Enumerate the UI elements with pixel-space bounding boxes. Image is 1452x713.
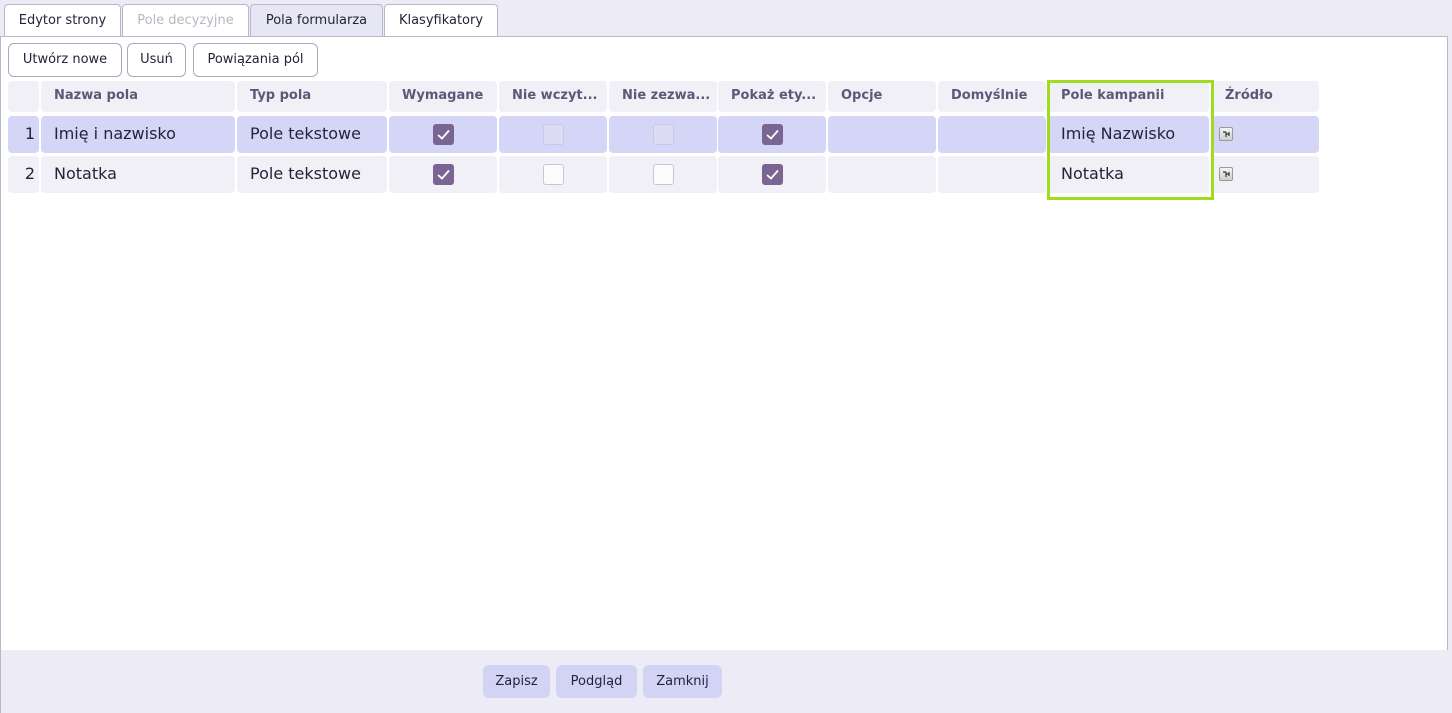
column-header-no-allow[interactable]: Nie zezwa... [609,81,717,112]
required-checkbox[interactable] [433,124,454,145]
table-cell-no-allow [609,116,717,153]
campaign-field-highlight [1047,80,1214,200]
table-cell-show-label [718,116,826,153]
column-header-options[interactable]: Opcje [828,81,936,112]
table-cell-default[interactable] [938,156,1046,193]
field-bindings-button[interactable]: Powiązania pól [193,43,318,77]
row-number: 2 [8,156,39,193]
tab-bar: Edytor strony Pole decyzyjne Pola formul… [0,0,1452,37]
delete-button[interactable]: Usuń [127,43,186,77]
table-cell-field-type[interactable]: Pole tekstowe [237,116,387,153]
no-allow-checkbox[interactable] [653,124,674,145]
column-header-required[interactable]: Wymagane [389,81,497,112]
column-header-no-load[interactable]: Nie wczyt... [499,81,607,112]
create-new-button[interactable]: Utwórz nowe [8,43,122,77]
tab-classifiers[interactable]: Klasyfikatory [384,4,498,37]
source-picker-icon[interactable] [1219,127,1233,141]
table-cell-field-name[interactable]: Notatka [41,156,235,193]
window-edge [1448,36,1452,713]
table-cell-required [389,116,497,153]
tab-form-fields[interactable]: Pola formularza [250,4,383,37]
table-cell-options[interactable] [828,156,936,193]
no-load-checkbox[interactable] [543,124,564,145]
column-header-field-name[interactable]: Nazwa pola [41,81,235,112]
table-cell-source [1212,116,1319,153]
no-load-checkbox[interactable] [543,164,564,185]
table-cell-source [1212,156,1319,193]
table-cell-required [389,156,497,193]
table-cell-show-label [718,156,826,193]
table-cell-default[interactable] [938,116,1046,153]
show-label-checkbox[interactable] [762,164,783,185]
column-header-default[interactable]: Domyślnie [938,81,1046,112]
tab-page-editor[interactable]: Edytor strony [4,4,121,37]
row-number-header [8,81,39,112]
preview-button[interactable]: Podgląd [556,665,637,698]
row-number: 1 [8,116,39,153]
footer-bar: Zapisz Podgląd Zamknij [0,650,1448,713]
column-header-field-type[interactable]: Typ pola [237,81,387,112]
source-picker-icon[interactable] [1219,167,1233,181]
required-checkbox[interactable] [433,164,454,185]
table-cell-no-load [499,116,607,153]
close-button[interactable]: Zamknij [643,665,722,698]
no-allow-checkbox[interactable] [653,164,674,185]
table-cell-no-allow [609,156,717,193]
table-cell-field-name[interactable]: Imię i nazwisko [41,116,235,153]
tab-decision-field[interactable]: Pole decyzyjne [122,4,249,37]
save-button[interactable]: Zapisz [483,665,550,698]
table-cell-field-type[interactable]: Pole tekstowe [237,156,387,193]
column-header-source[interactable]: Źródło [1212,81,1319,112]
table-cell-no-load [499,156,607,193]
form-fields-panel: Utwórz nowe Usuń Powiązania pól Nazwa po… [0,36,1448,650]
show-label-checkbox[interactable] [762,124,783,145]
table-cell-options[interactable] [828,116,936,153]
column-header-show-label[interactable]: Pokaż ety... [718,81,826,112]
